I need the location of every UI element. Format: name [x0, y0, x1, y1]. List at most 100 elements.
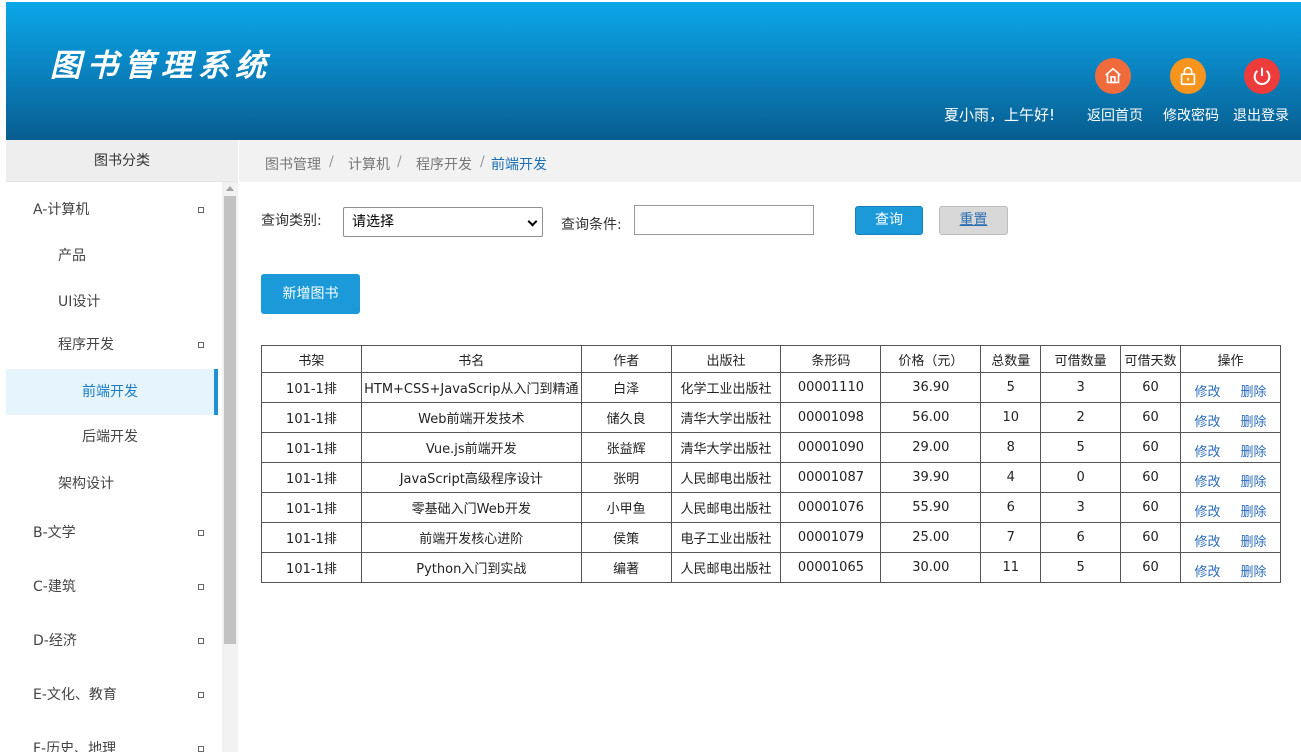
edit-link[interactable]: 修改 [1194, 531, 1220, 550]
publisher-cell: 人民邮电出版社 [670, 552, 782, 583]
sidebar-item-label: 后端开发 [82, 429, 138, 445]
title-cell: Web前端开发技术 [360, 402, 582, 433]
total-qty-cell: 10 [980, 402, 1042, 433]
sidebar-item-ui-design[interactable]: UI设计 [6, 284, 220, 320]
scroll-up-icon[interactable] [226, 186, 234, 191]
breadcrumb-item[interactable]: 计算机 [348, 154, 390, 174]
table-row: 101-1排 零基础入门Web开发 小甲鱼 人民邮电出版社 00001076 55.90 6… [261, 492, 1281, 523]
delete-link[interactable]: 删除 [1241, 381, 1267, 400]
loan-days-cell: 60 [1120, 432, 1182, 463]
column-header: 书名 [360, 345, 582, 373]
price-cell: 56.00 [880, 402, 982, 433]
sidebar-item-label: B-文学 [33, 525, 76, 541]
sidebar-item-programming[interactable]: 程序开发 [6, 327, 220, 363]
author-cell: 小甲鱼 [580, 492, 672, 523]
books-table: 书架 书名 作者 出版社 条形码 价格（元） 总数量 可借数量 可借天数 操作 … [261, 345, 1281, 583]
logout-link[interactable]: 退出登录 [1233, 105, 1289, 125]
sidebar-item-frontend[interactable]: 前端开发 [6, 369, 218, 415]
actions-cell: 修改 删除 [1180, 432, 1281, 463]
breadcrumb-separator: / [329, 154, 334, 170]
table-row: 101-1排 JavaScript高级程序设计 张明 人民邮电出版社 00001087 3… [261, 462, 1281, 493]
expand-toggle-icon[interactable] [198, 584, 204, 590]
breadcrumb-separator: / [480, 154, 485, 170]
total-qty-cell: 8 [980, 432, 1042, 463]
sidebar-item-label: A-计算机 [33, 202, 90, 218]
sidebar-scrollbar[interactable] [222, 182, 238, 752]
total-qty-cell: 5 [980, 372, 1042, 403]
title-cell: 零基础入门Web开发 [360, 492, 582, 523]
sidebar-item-economy[interactable]: D-经济 [6, 623, 220, 659]
actions-cell: 修改 删除 [1180, 372, 1281, 403]
condition-input[interactable] [634, 205, 814, 235]
scrollbar-thumb[interactable] [224, 196, 236, 644]
edit-link[interactable]: 修改 [1194, 411, 1220, 430]
add-book-button[interactable]: 新增图书 [261, 274, 360, 314]
expand-toggle-icon[interactable] [198, 342, 204, 348]
expand-toggle-icon[interactable] [198, 746, 204, 752]
sidebar-item-label: UI设计 [58, 294, 101, 310]
breadcrumb-item[interactable]: 图书管理 [265, 154, 321, 174]
sidebar-item-architecture-building[interactable]: C-建筑 [6, 569, 220, 605]
edit-link[interactable]: 修改 [1194, 441, 1220, 460]
expand-toggle-icon[interactable] [198, 692, 204, 698]
sidebar-item-culture-education[interactable]: E-文化、教育 [6, 677, 220, 713]
loan-days-cell: 60 [1120, 402, 1182, 433]
column-header: 书架 [261, 345, 362, 373]
available-qty-cell: 3 [1040, 492, 1122, 523]
publisher-cell: 电子工业出版社 [670, 522, 782, 553]
sidebar-item-product[interactable]: 产品 [6, 238, 220, 274]
shelf-cell: 101-1排 [261, 432, 362, 463]
expand-toggle-icon[interactable] [198, 207, 204, 213]
price-cell: 30.00 [880, 552, 982, 583]
breadcrumb-separator: / [397, 154, 402, 170]
column-header: 价格（元） [880, 345, 982, 373]
home-icon[interactable] [1095, 58, 1131, 94]
edit-link[interactable]: 修改 [1194, 561, 1220, 580]
title-cell: JavaScript高级程序设计 [360, 462, 582, 493]
delete-link[interactable]: 删除 [1241, 531, 1267, 550]
actions-cell: 修改 删除 [1180, 492, 1281, 523]
query-button[interactable]: 查询 [855, 206, 923, 235]
delete-link[interactable]: 删除 [1241, 561, 1267, 580]
expand-toggle-icon[interactable] [198, 638, 204, 644]
breadcrumb-current: 前端开发 [491, 157, 547, 173]
category-select[interactable]: 请选择 [343, 207, 543, 237]
actions-cell: 修改 删除 [1180, 462, 1281, 493]
expand-toggle-icon[interactable] [198, 530, 204, 536]
sidebar-item-backend[interactable]: 后端开发 [6, 419, 220, 455]
sidebar-item-history-geography[interactable]: F-历史、地理 [6, 731, 220, 752]
sidebar-item-computer[interactable]: A-计算机 [6, 192, 220, 228]
edit-link[interactable]: 修改 [1194, 471, 1220, 490]
barcode-cell: 00001076 [780, 492, 882, 523]
sidebar-item-literature[interactable]: B-文学 [6, 515, 220, 551]
reset-button[interactable]: 重置 [939, 206, 1008, 235]
available-qty-cell: 5 [1040, 432, 1122, 463]
barcode-cell: 00001065 [780, 552, 882, 583]
price-cell: 55.90 [880, 492, 982, 523]
delete-link[interactable]: 删除 [1241, 471, 1267, 490]
publisher-cell: 化学工业出版社 [670, 372, 782, 403]
total-qty-cell: 11 [980, 552, 1042, 583]
publisher-cell: 人民邮电出版社 [670, 462, 782, 493]
column-header: 可借数量 [1040, 345, 1122, 373]
edit-link[interactable]: 修改 [1194, 381, 1220, 400]
category-label: 查询类别: [261, 213, 322, 229]
actions-cell: 修改 删除 [1180, 522, 1281, 553]
delete-link[interactable]: 删除 [1241, 501, 1267, 520]
author-cell: 储久良 [580, 402, 672, 433]
breadcrumb-item[interactable]: 程序开发 [416, 154, 472, 174]
author-cell: 侯策 [580, 522, 672, 553]
sidebar-item-architecture[interactable]: 架构设计 [6, 466, 220, 502]
edit-link[interactable]: 修改 [1194, 501, 1220, 520]
home-link[interactable]: 返回首页 [1087, 105, 1143, 125]
breadcrumb: 图书管理 / 计算机 / 程序开发 / 前端开发 [239, 140, 1301, 182]
title-cell: HTM+CSS+JavaScrip从入门到精通 [360, 372, 582, 403]
delete-link[interactable]: 删除 [1241, 441, 1267, 460]
delete-link[interactable]: 删除 [1241, 411, 1267, 430]
loan-days-cell: 60 [1120, 492, 1182, 523]
power-icon[interactable] [1244, 58, 1280, 94]
lock-icon[interactable] [1170, 58, 1206, 94]
barcode-cell: 00001098 [780, 402, 882, 433]
table-row: 101-1排 Web前端开发技术 储久良 清华大学出版社 00001098 56.00 10… [261, 402, 1281, 433]
change-password-link[interactable]: 修改密码 [1163, 105, 1219, 125]
